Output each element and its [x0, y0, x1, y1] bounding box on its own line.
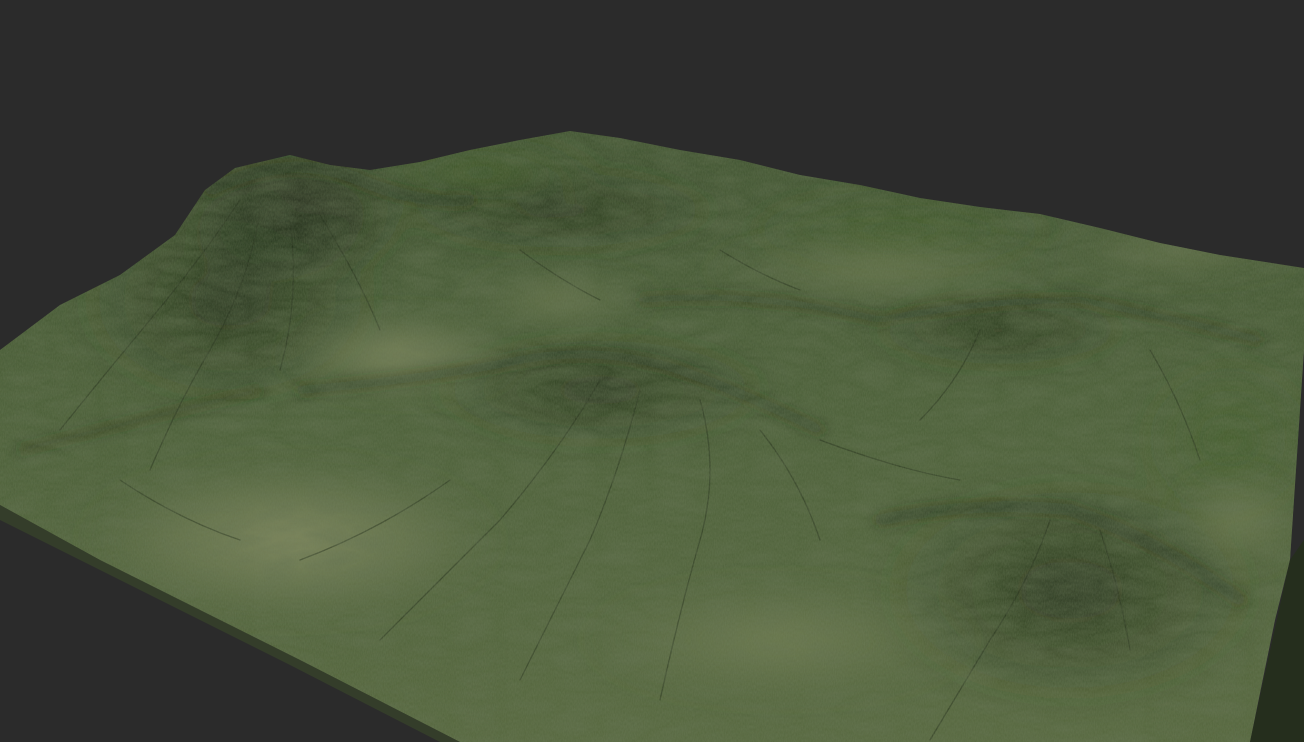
- terrain-surface: [0, 131, 1304, 742]
- terrain-mesh: [0, 131, 1304, 742]
- render-viewport[interactable]: [0, 0, 1304, 742]
